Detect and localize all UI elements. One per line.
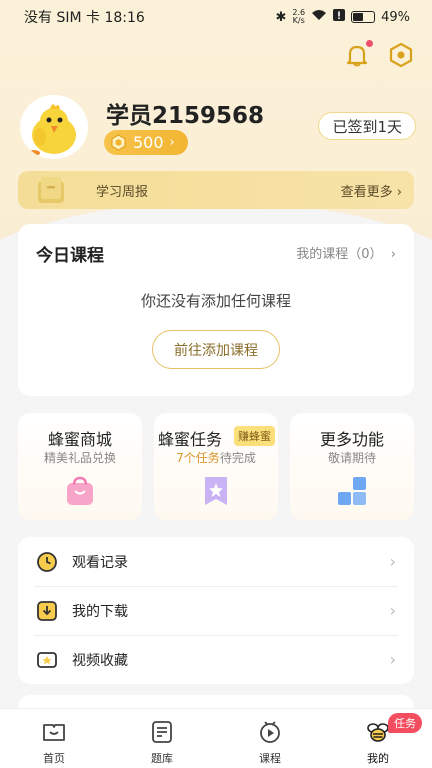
points-value: 500 (133, 133, 164, 152)
menu-list: 观看记录 › 我的下载 › 视频收藏 › (18, 537, 414, 684)
weekly-report-more-label: 查看更多 (340, 184, 393, 200)
menu-item-watch-history[interactable]: 观看记录 › (18, 537, 414, 586)
honey-shop-subtitle: 精美礼品兑换 (43, 451, 116, 465)
more-features-card[interactable]: 更多功能 敬请期待 (290, 413, 414, 520)
bee-icon (366, 720, 390, 744)
alert-icon (333, 9, 346, 25)
battery-percent: 49% (381, 9, 410, 25)
clock-icon (36, 551, 58, 573)
chevron-right-icon: › (389, 650, 396, 669)
honey-task-subtitle: 7个任务待完成 (154, 449, 278, 466)
downloads-label: 我的下载 (72, 603, 128, 620)
weekly-report-title: 学习周报 (96, 184, 149, 200)
empty-courses-text: 你还没有添加任何课程 (140, 292, 291, 310)
tab-question-bank-label: 题库 (151, 752, 173, 765)
top-actions (344, 40, 414, 68)
weekly-report-banner[interactable]: 学习周报 查看更多 › (18, 171, 414, 209)
bluetooth-icon: ✱ (275, 9, 287, 25)
battery-icon (351, 11, 376, 23)
carrier-text: 没有 SIM 卡 (24, 10, 100, 26)
honey-task-card[interactable]: 蜂蜜任务 赚蜂蜜 7个任务待完成 (154, 413, 278, 520)
task-star-icon (200, 475, 232, 507)
chevron-right-icon: › (389, 601, 396, 620)
wifi-icon (311, 9, 327, 25)
shopping-bag-icon (64, 475, 96, 507)
status-right: ✱ 2.6 K/s 49% (275, 9, 410, 25)
my-courses-link[interactable]: 我的课程（0） › (296, 243, 396, 262)
honey-shop-title: 蜂蜜商城 (47, 430, 112, 449)
menu-item-downloads[interactable]: 我的下载 › (18, 586, 414, 635)
chevron-right-icon: › (169, 135, 175, 150)
task-badge: 任务 (388, 713, 422, 733)
notification-dot (366, 40, 373, 47)
tab-mine[interactable]: 任务 我的 (324, 709, 432, 768)
honey-coin-icon (110, 134, 127, 151)
points-badge[interactable]: 500 › (104, 130, 188, 155)
notification-bell-icon[interactable] (344, 40, 373, 68)
tab-mine-label: 我的 (367, 752, 389, 765)
home-book-icon (42, 720, 66, 744)
clock-text: 18:16 (104, 10, 145, 26)
task-pending: 待完成 (219, 451, 256, 465)
menu-item-video-favorites[interactable]: 视频收藏 › (18, 635, 414, 684)
chick-avatar-icon (28, 104, 76, 156)
weekly-report-more[interactable]: 查看更多 › (341, 181, 402, 200)
network-speed: 2.6 K/s (292, 9, 305, 25)
bottom-tab-bar: 首页 题库 课程 任务 我的 (0, 708, 432, 768)
tab-courses-label: 课程 (259, 752, 281, 765)
earn-honey-badge: 赚蜂蜜 (234, 426, 275, 446)
checkin-button[interactable]: 已签到1天 (318, 112, 416, 140)
tab-home[interactable]: 首页 (0, 709, 108, 768)
status-bar: 没有 SIM 卡 18:16 ✱ 2.6 K/s 49% (0, 0, 432, 34)
speed-unit: K/s (292, 16, 305, 25)
username: 学员2159568 (106, 103, 265, 129)
tab-courses[interactable]: 课程 (216, 709, 324, 768)
honey-shop-card[interactable]: 蜂蜜商城 精美礼品兑换 (18, 413, 142, 520)
more-features-subtitle: 敬请期待 (327, 451, 376, 465)
video-favorites-label: 视频收藏 (72, 652, 128, 669)
question-bank-icon (150, 720, 174, 744)
my-courses-label: 我的课程（0） (296, 247, 383, 262)
report-folder-icon (36, 175, 66, 205)
download-icon (36, 600, 58, 622)
add-course-button[interactable]: 前往添加课程 (152, 330, 280, 369)
tab-question-bank[interactable]: 题库 (108, 709, 216, 768)
tab-home-label: 首页 (43, 752, 65, 765)
task-count: 7个任务 (176, 451, 220, 465)
blocks-icon (336, 475, 368, 507)
today-courses-title: 今日课程 (36, 246, 104, 266)
today-courses-card: 今日课程 我的课程（0） › 你还没有添加任何课程 前往添加课程 (18, 224, 414, 396)
status-left: 没有 SIM 卡 18:16 (24, 7, 145, 27)
more-features-title: 更多功能 (319, 430, 384, 449)
avatar[interactable] (20, 95, 88, 159)
course-play-icon (258, 720, 282, 744)
chevron-right-icon: › (389, 552, 396, 571)
video-favorite-icon (36, 649, 58, 671)
watch-history-label: 观看记录 (72, 554, 128, 571)
settings-hex-icon[interactable] (388, 42, 414, 68)
